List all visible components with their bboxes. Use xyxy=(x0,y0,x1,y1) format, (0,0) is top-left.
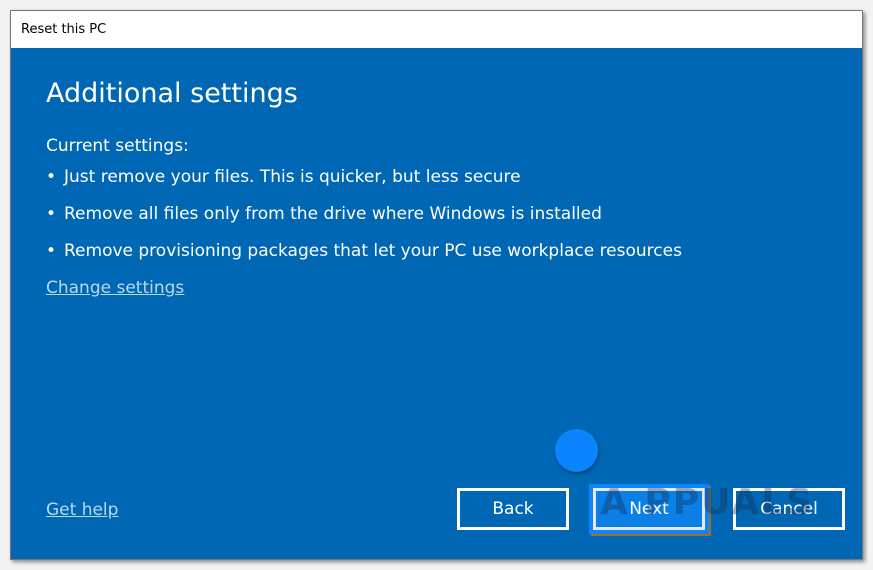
setting-item: • Just remove your files. This is quicker… xyxy=(46,167,521,187)
setting-item: • Remove provisioning packages that let y… xyxy=(46,241,682,261)
cancel-button[interactable]: Cancel xyxy=(733,488,845,530)
bullet: • xyxy=(46,241,57,261)
reset-pc-dialog: Reset this PC Additional settings Curren… xyxy=(10,10,863,560)
setting-item: • Remove all files only from the drive wh… xyxy=(46,204,602,224)
bullet: • xyxy=(46,204,57,224)
setting-text: Remove all files only from the drive whe… xyxy=(64,204,602,224)
setting-text: Just remove your files. This is quicker,… xyxy=(64,167,521,187)
get-help-link[interactable]: Get help xyxy=(46,500,118,520)
current-settings-label: Current settings: xyxy=(46,136,189,156)
title-bar: Reset this PC xyxy=(11,11,862,48)
back-button[interactable]: Back xyxy=(457,488,569,530)
window-title: Reset this PC xyxy=(21,22,107,37)
setting-text: Remove provisioning packages that let yo… xyxy=(64,241,682,261)
next-button[interactable]: Next xyxy=(593,488,705,530)
click-indicator xyxy=(555,429,598,472)
page-title: Additional settings xyxy=(46,78,298,109)
bullet: • xyxy=(46,167,57,187)
change-settings-link[interactable]: Change settings xyxy=(46,278,184,298)
